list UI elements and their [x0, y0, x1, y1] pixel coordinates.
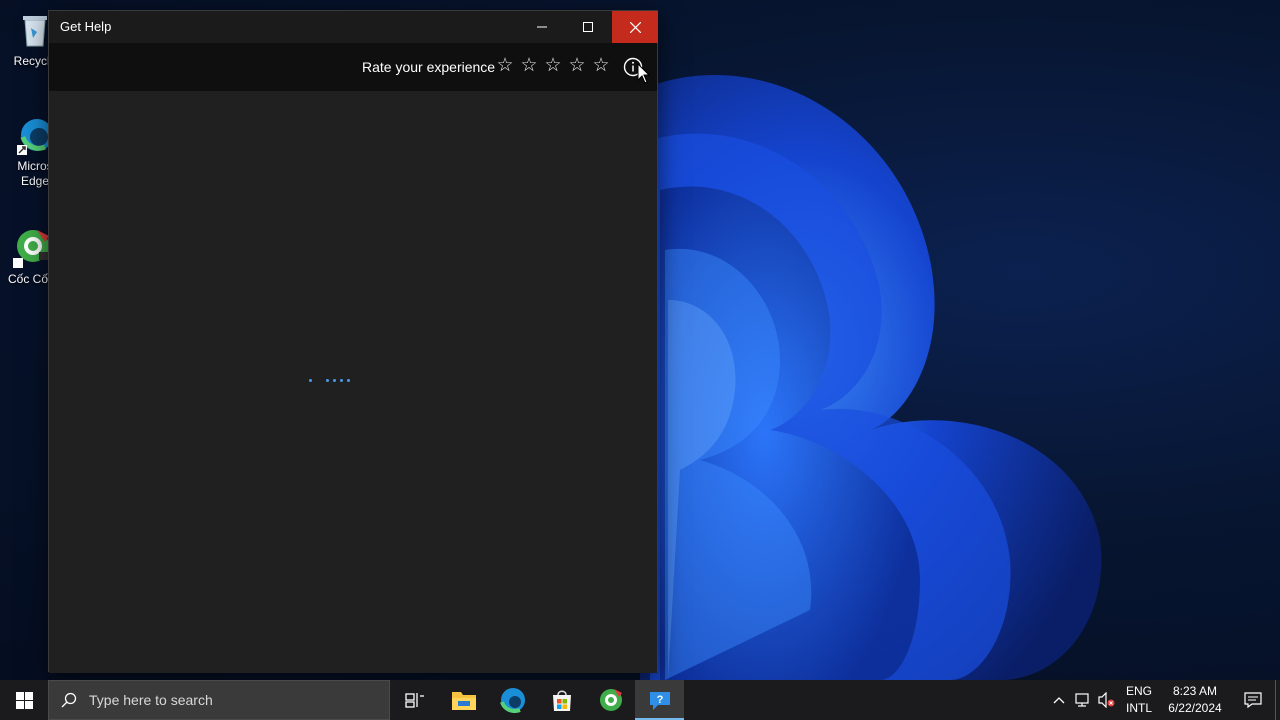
volume-muted-icon [1098, 692, 1115, 708]
get-help-window: Get Help Rate your experience ☆ ☆ ☆ ☆ ☆ [48, 10, 658, 673]
show-desktop-button[interactable] [1275, 680, 1280, 720]
help-content-area [49, 91, 657, 673]
svg-text:?: ? [656, 694, 663, 706]
maximize-button[interactable] [565, 11, 611, 43]
clock-time: 8:23 AM [1172, 684, 1218, 698]
search-placeholder: Type here to search [89, 692, 213, 708]
input-language-indicator[interactable]: ENG INTL [1119, 683, 1159, 717]
network-icon [1075, 693, 1089, 707]
get-help-icon: ? [649, 692, 670, 710]
star-1-icon[interactable]: ☆ [495, 56, 515, 76]
coc-coc-taskbar-button[interactable] [586, 680, 635, 720]
language-code: ENG [1125, 684, 1152, 698]
get-help-taskbar-button[interactable]: ? [635, 680, 684, 720]
star-rating: ☆ ☆ ☆ ☆ ☆ [495, 56, 611, 76]
taskbar: Type here to search ? ENG INTL 8:23 AM 6… [0, 680, 1280, 720]
action-center-button[interactable] [1231, 680, 1275, 720]
loading-spinner [309, 379, 350, 382]
close-button[interactable] [612, 11, 658, 43]
spinner-dot [326, 379, 329, 382]
star-2-icon[interactable]: ☆ [519, 56, 539, 76]
mouse-cursor-icon [637, 63, 651, 84]
edge-icon [499, 688, 525, 713]
minimize-icon [537, 26, 547, 28]
folder-icon [451, 692, 476, 710]
maximize-icon [583, 22, 593, 32]
window-title: Get Help [60, 19, 112, 34]
star-5-icon[interactable]: ☆ [591, 56, 611, 76]
title-bar[interactable]: Get Help [49, 11, 658, 43]
start-button[interactable] [0, 680, 48, 720]
spinner-dot [340, 379, 343, 382]
microsoft-store-button[interactable] [537, 680, 586, 720]
show-hidden-icons-button[interactable] [1047, 680, 1071, 720]
chevron-up-icon [1053, 697, 1065, 704]
rating-toolbar: Rate your experience ☆ ☆ ☆ ☆ ☆ [49, 43, 657, 91]
clock-date: 6/22/2024 [1168, 701, 1222, 715]
rate-experience-label: Rate your experience [362, 59, 496, 75]
task-view-button[interactable] [390, 680, 439, 720]
star-4-icon[interactable]: ☆ [567, 56, 587, 76]
coc-coc-icon [11, 228, 51, 268]
file-explorer-button[interactable] [439, 680, 488, 720]
search-icon [61, 692, 77, 708]
star-3-icon[interactable]: ☆ [543, 56, 563, 76]
system-tray: ENG INTL 8:23 AM 6/22/2024 [1047, 680, 1280, 720]
task-view-icon [404, 693, 424, 708]
minimize-button[interactable] [519, 11, 565, 43]
volume-button[interactable] [1095, 680, 1119, 720]
taskbar-search-box[interactable]: Type here to search [48, 680, 390, 720]
clock[interactable]: 8:23 AM 6/22/2024 [1159, 683, 1231, 717]
keyboard-layout: INTL [1125, 701, 1152, 715]
notification-icon [1244, 692, 1262, 708]
store-icon [552, 690, 571, 711]
spinner-dot [347, 379, 350, 382]
close-icon [629, 21, 641, 33]
spinner-dot [333, 379, 336, 382]
spinner-dot [309, 379, 312, 382]
windows-logo-icon [15, 691, 33, 709]
edge-taskbar-button[interactable] [488, 680, 537, 720]
network-button[interactable] [1071, 680, 1095, 720]
coc-coc-icon [599, 689, 622, 711]
